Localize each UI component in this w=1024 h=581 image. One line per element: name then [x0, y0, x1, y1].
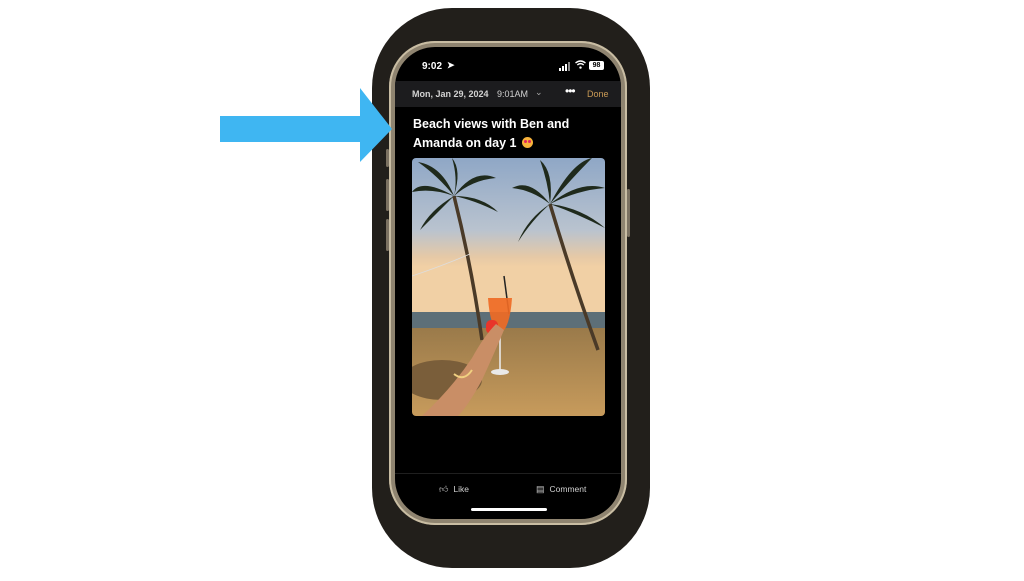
- battery-icon: 98: [589, 61, 604, 70]
- comment-label: Comment: [549, 484, 587, 494]
- power-button: [627, 189, 630, 237]
- face-emoji-icon: [521, 137, 533, 148]
- post-actions: 👍︎ Like ▤ Comment: [395, 473, 621, 504]
- post-title-line2: Amanda on day 1: [413, 136, 517, 150]
- done-button[interactable]: Done: [587, 89, 609, 99]
- status-time: 9:02: [422, 61, 443, 72]
- like-label: Like: [453, 484, 469, 494]
- chevron-down-icon[interactable]: ⌄: [535, 87, 543, 98]
- home-indicator[interactable]: [471, 508, 547, 511]
- wifi-icon: [575, 60, 586, 69]
- entry-date[interactable]: Mon, Jan 29, 2024: [412, 89, 489, 99]
- volume-down-button: [386, 219, 389, 251]
- status-bar: 9:02 ➤ 98: [395, 59, 621, 75]
- post-title[interactable]: Beach views with Ben and Amanda on day 1: [413, 115, 603, 153]
- thumbs-up-icon: 👍︎: [439, 484, 449, 494]
- cellular-signal-icon: [559, 62, 570, 71]
- like-button[interactable]: 👍︎ Like: [439, 484, 469, 495]
- entry-time[interactable]: 9:01AM: [497, 89, 528, 99]
- pointer-arrow: [220, 88, 392, 162]
- entry-header: Mon, Jan 29, 2024 9:01AM ⌄ ••• Done: [395, 81, 621, 107]
- comment-button[interactable]: ▤ Comment: [536, 484, 586, 495]
- phone-frame: 9:02 ➤ 98 Mon, Jan 29, 2024 9:01AM ⌄ •••…: [386, 41, 630, 525]
- volume-up-button: [386, 179, 389, 211]
- phone-screen: 9:02 ➤ 98 Mon, Jan 29, 2024 9:01AM ⌄ •••…: [395, 47, 621, 519]
- post-title-line1: Beach views with Ben and: [413, 117, 570, 131]
- beach-photo[interactable]: [412, 158, 605, 416]
- location-arrow-icon: ➤: [447, 60, 455, 70]
- comment-icon: ▤: [536, 484, 545, 494]
- more-icon[interactable]: •••: [565, 84, 576, 98]
